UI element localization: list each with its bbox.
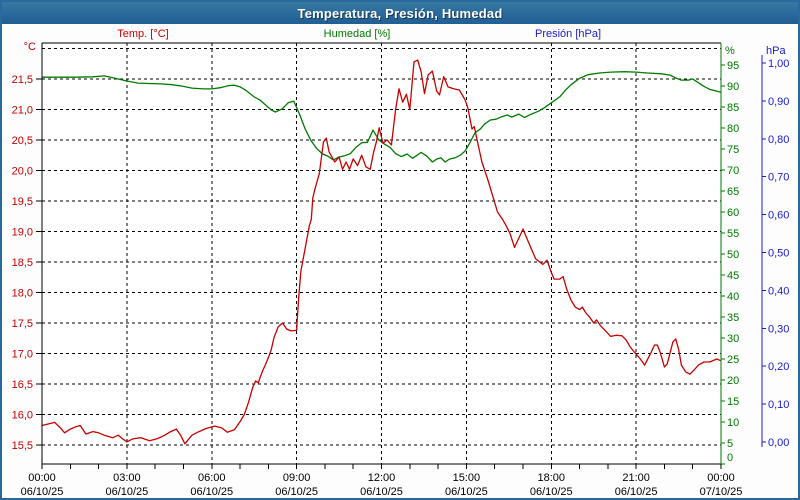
legend-temperature: Temp. [°C] (117, 28, 168, 40)
page-title: Temperatura, Presión, Humedad (298, 6, 503, 21)
svg-text:06:00: 06:00 (198, 472, 226, 484)
svg-text:00:00: 00:00 (28, 472, 56, 484)
pressure-axis-unit: hPa (766, 45, 786, 57)
svg-text:21,0: 21,0 (12, 105, 33, 117)
legend-humidity: Humedad [%] (324, 28, 391, 40)
svg-text:50: 50 (727, 249, 739, 261)
temperature-axis: 21,5 21,0 20,5 20,0 19,5 19,0 18,5 18,0 17,5 17,0… (12, 74, 42, 452)
svg-text:80: 80 (727, 123, 739, 135)
svg-text:06/10/25: 06/10/25 (445, 486, 488, 498)
chart-canvas: 21,5 21,0 20,5 20,0 19,5 19,0 18,5 18,0 17,5 17,0… (2, 2, 800, 500)
svg-text:30: 30 (727, 333, 739, 345)
svg-text:06/10/25: 06/10/25 (360, 486, 403, 498)
svg-text:0,80: 0,80 (768, 134, 789, 146)
pressure-axis: 1,00 0,90 0,80 0,70 0,60 0,50 0,40 0,30 0,20 0,10… (762, 55, 789, 449)
svg-text:06/10/25: 06/10/25 (530, 486, 573, 498)
svg-text:75: 75 (727, 144, 739, 156)
time-axis: 00:00 06/10/25 03:00 06/10/25 06:00 06/10/25 0… (21, 464, 743, 498)
svg-text:95: 95 (727, 60, 739, 72)
humidity-axis-unit: % (725, 45, 735, 57)
svg-text:25: 25 (727, 354, 739, 366)
svg-text:16,5: 16,5 (12, 379, 33, 391)
svg-text:19,0: 19,0 (12, 227, 33, 239)
svg-text:0,50: 0,50 (768, 248, 789, 260)
svg-text:0,20: 0,20 (768, 361, 789, 373)
title-bar: Temperatura, Presión, Humedad (2, 2, 798, 24)
temperature-axis-unit: °C (2, 41, 36, 53)
svg-text:0,30: 0,30 (768, 323, 789, 335)
humidity-axis: 95908580757065605550454035302520151050 (721, 43, 739, 464)
svg-text:10: 10 (727, 417, 739, 429)
svg-text:07/10/25: 07/10/25 (700, 486, 743, 498)
svg-text:85: 85 (727, 102, 739, 114)
svg-text:06/10/25: 06/10/25 (275, 486, 318, 498)
svg-text:16,0: 16,0 (12, 410, 33, 422)
legend-pressure: Presión [hPa] (535, 28, 601, 40)
svg-text:1,00: 1,00 (768, 58, 789, 70)
svg-text:70: 70 (727, 165, 739, 177)
svg-text:19,5: 19,5 (12, 196, 33, 208)
svg-text:20: 20 (727, 375, 739, 387)
svg-text:12:00: 12:00 (368, 472, 396, 484)
svg-text:0,90: 0,90 (768, 96, 789, 108)
svg-text:06/10/25: 06/10/25 (615, 486, 658, 498)
weather-chart-window: 21,5 21,0 20,5 20,0 19,5 19,0 18,5 18,0 17,5 17,0… (0, 0, 800, 500)
svg-text:18:00: 18:00 (537, 472, 565, 484)
svg-text:21:00: 21:00 (622, 472, 650, 484)
svg-text:45: 45 (727, 270, 739, 282)
svg-text:00:00: 00:00 (707, 472, 735, 484)
svg-text:0,60: 0,60 (768, 210, 789, 222)
svg-text:09:00: 09:00 (283, 472, 311, 484)
svg-text:5: 5 (727, 438, 733, 450)
svg-text:55: 55 (727, 228, 739, 240)
svg-text:35: 35 (727, 312, 739, 324)
svg-text:20,0: 20,0 (12, 166, 33, 178)
svg-text:18,5: 18,5 (12, 257, 33, 269)
svg-text:40: 40 (727, 291, 739, 303)
svg-text:65: 65 (727, 186, 739, 198)
svg-text:0,10: 0,10 (768, 399, 789, 411)
svg-text:18,0: 18,0 (12, 288, 33, 300)
svg-text:06/10/25: 06/10/25 (190, 486, 233, 498)
svg-text:06/10/25: 06/10/25 (105, 486, 148, 498)
svg-text:90: 90 (727, 81, 739, 93)
svg-text:60: 60 (727, 207, 739, 219)
svg-text:06/10/25: 06/10/25 (21, 486, 64, 498)
svg-text:0: 0 (727, 452, 733, 464)
svg-text:15:00: 15:00 (453, 472, 481, 484)
svg-text:0,00: 0,00 (768, 437, 789, 449)
svg-text:17,0: 17,0 (12, 349, 33, 361)
svg-text:17,5: 17,5 (12, 318, 33, 330)
svg-text:15,5: 15,5 (12, 440, 33, 452)
svg-text:0,70: 0,70 (768, 172, 789, 184)
svg-text:20,5: 20,5 (12, 135, 33, 147)
svg-text:0,40: 0,40 (768, 285, 789, 297)
svg-text:03:00: 03:00 (113, 472, 141, 484)
svg-text:21,5: 21,5 (12, 74, 33, 86)
svg-text:15: 15 (727, 396, 739, 408)
